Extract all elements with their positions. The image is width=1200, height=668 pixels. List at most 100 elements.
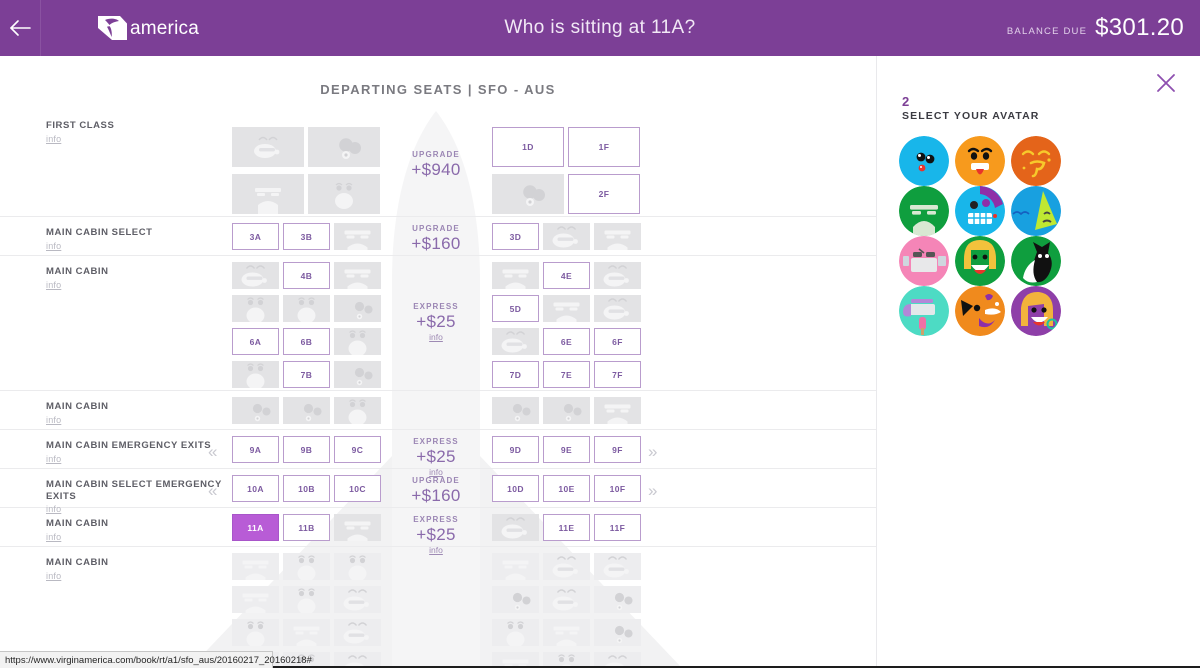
seat-12B [283, 553, 330, 580]
seat-10E[interactable]: 10E [543, 475, 590, 502]
seat-11E[interactable]: 11E [543, 514, 590, 541]
seat-8F [594, 397, 641, 424]
brand-logo[interactable]: america [96, 13, 199, 43]
seat-7D[interactable]: 7D [492, 361, 539, 388]
seat-label: 10A [247, 483, 264, 494]
seat-label: 9F [612, 444, 623, 455]
price-amount: +$940 [411, 160, 461, 179]
seat-grid: 3A 3B 3D UPGRADE +$160 [0, 217, 876, 255]
seat-3D[interactable]: 3D [492, 223, 539, 250]
avatar-green-frown[interactable] [899, 186, 949, 236]
seat-12C [334, 553, 381, 580]
seat-label: 11E [558, 522, 575, 533]
seat-map-title: DEPARTING SEATS | SFO - AUS [320, 82, 556, 97]
seat-9B[interactable]: 9B [283, 436, 330, 463]
seat-6C [334, 328, 381, 355]
seat-14C [334, 619, 381, 646]
seat-1A [232, 127, 304, 167]
avatar-black-cat[interactable] [1011, 236, 1061, 286]
close-icon[interactable] [1155, 72, 1177, 94]
seat-13F [594, 586, 641, 613]
seat-label: 7D [509, 369, 522, 380]
avatar-green-blonde[interactable] [955, 236, 1005, 286]
seat-label: 9B [300, 444, 313, 455]
seat-9E[interactable]: 9E [543, 436, 590, 463]
seat-11A[interactable]: 11A [232, 514, 279, 541]
seat-2F[interactable]: 2F [568, 174, 640, 214]
seat-12A [232, 553, 279, 580]
seat-14A [232, 619, 279, 646]
seat-3B[interactable]: 3B [283, 223, 330, 250]
avatar-purple-lady[interactable] [1011, 286, 1061, 336]
seat-13E [543, 586, 590, 613]
avatar-orange-dog[interactable] [955, 286, 1005, 336]
seat-label: 10B [298, 483, 315, 494]
seat-grid [0, 391, 876, 429]
seat-5F [594, 295, 641, 322]
price-kind: EXPRESS [413, 515, 459, 524]
seat-11C [334, 514, 381, 541]
back-button[interactable] [0, 0, 41, 56]
seat-4D [492, 262, 539, 289]
seat-4E[interactable]: 4E [543, 262, 590, 289]
seat-10B[interactable]: 10B [283, 475, 330, 502]
seat-6A[interactable]: 6A [232, 328, 279, 355]
avatar-blue-braces[interactable] [955, 186, 1005, 236]
price-amount: +$25 [416, 312, 456, 331]
seat-1D[interactable]: 1D [492, 127, 564, 167]
avatar-orange-tongue[interactable] [955, 136, 1005, 186]
price-info-link[interactable]: info [386, 332, 486, 342]
price-kind: EXPRESS [413, 437, 459, 446]
seat-label: 9D [509, 444, 522, 455]
seat-14E [543, 619, 590, 646]
seat-3C [334, 223, 381, 250]
seat-7B[interactable]: 7B [283, 361, 330, 388]
seat-7E[interactable]: 7E [543, 361, 590, 388]
upgrade-price-band: UPGRADE +$160 [386, 476, 486, 506]
avatar-blue-surprised[interactable] [899, 136, 949, 186]
seat-6F[interactable]: 6F [594, 328, 641, 355]
seat-7F[interactable]: 7F [594, 361, 641, 388]
seat-grid: 10A 10B 10C 10D 10E 10F « » UPGRADE +$160 [0, 469, 876, 507]
avatar-orange-drool[interactable] [1011, 136, 1061, 186]
cabin-section: MAIN CABIN EMERGENCY EXITS info 9A 9B 9C 9D 9E… [0, 430, 876, 477]
seat-1B [308, 127, 380, 167]
seat-6E[interactable]: 6E [543, 328, 590, 355]
seat-10C[interactable]: 10C [334, 475, 381, 502]
seat-label: 1F [598, 142, 610, 152]
seat-grid [0, 547, 876, 668]
seat-5C [334, 295, 381, 322]
seat-10D[interactable]: 10D [492, 475, 539, 502]
seat-grid: 4B 6A 6B 7B 4E 5D 6E 6F 7D 7E 7F EXPRESS… [0, 256, 876, 390]
double-chevron-left-icon: « [208, 481, 218, 500]
seat-11F[interactable]: 11F [594, 514, 641, 541]
seat-4B[interactable]: 4B [283, 262, 330, 289]
seat-2D [492, 174, 564, 214]
seat-5A [232, 295, 279, 322]
seat-9D[interactable]: 9D [492, 436, 539, 463]
avatar-witch-green[interactable] [1011, 186, 1061, 236]
price-kind: UPGRADE [412, 224, 460, 233]
seat-9C[interactable]: 9C [334, 436, 381, 463]
seat-9F[interactable]: 9F [594, 436, 641, 463]
seat-13C [334, 586, 381, 613]
seat-label: 1D [522, 142, 534, 152]
seat-10A[interactable]: 10A [232, 475, 279, 502]
seat-label: 3A [249, 231, 262, 242]
double-chevron-left-icon: « [208, 442, 218, 461]
avatar-pink-grumpy[interactable] [899, 236, 949, 286]
seat-5D[interactable]: 5D [492, 295, 539, 322]
seat-11D [492, 514, 539, 541]
seat-3A[interactable]: 3A [232, 223, 279, 250]
seat-6B[interactable]: 6B [283, 328, 330, 355]
seat-9A[interactable]: 9A [232, 436, 279, 463]
seat-11B[interactable]: 11B [283, 514, 330, 541]
seat-10F[interactable]: 10F [594, 475, 641, 502]
seat-label: 6A [249, 336, 262, 347]
avatar-teal-popsicle[interactable] [899, 286, 949, 336]
seat-label: 4B [300, 270, 313, 281]
seat-14D [492, 619, 539, 646]
seat-4C [334, 262, 381, 289]
seat-label: 7E [560, 369, 573, 380]
seat-1F[interactable]: 1F [568, 127, 640, 167]
